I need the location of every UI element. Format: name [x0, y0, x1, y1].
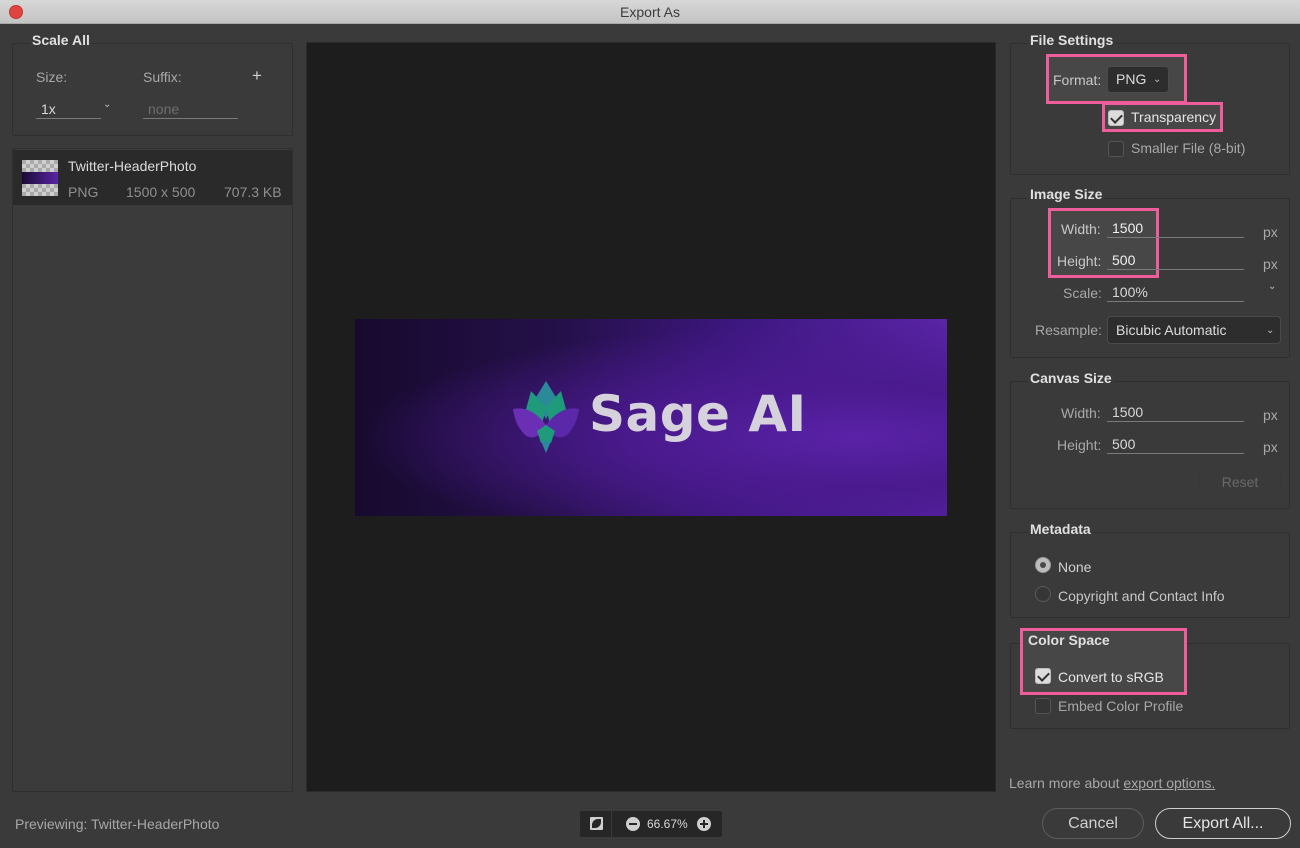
canvas-height-input[interactable]: 500 [1107, 435, 1244, 455]
canvas-width-unit: px [1263, 407, 1278, 423]
suffix-underline [143, 118, 238, 119]
scale-all-group [12, 43, 293, 136]
size-label: Size: [36, 69, 68, 85]
scale-label: Scale: [1063, 285, 1102, 301]
canvas-size-title: Canvas Size [1028, 370, 1114, 386]
image-height-input[interactable]: 500 [1107, 251, 1244, 271]
asset-filesize: 707.3 KB [224, 184, 282, 200]
suffix-label: Suffix: [143, 69, 182, 85]
image-width-input[interactable]: 1500 [1107, 219, 1244, 239]
learn-more-prefix: Learn more about [1009, 775, 1120, 791]
cancel-label: Cancel [1068, 815, 1118, 832]
zoom-out-button[interactable] [626, 817, 640, 831]
file-settings-title: File Settings [1028, 32, 1116, 48]
asset-item[interactable]: Twitter-HeaderPhoto PNG 1500 x 500 707.3… [13, 150, 292, 205]
resample-label: Resample: [1035, 322, 1102, 338]
resample-value: Bicubic Automatic [1116, 322, 1227, 338]
asset-list [12, 148, 293, 792]
transparency-label: Transparency [1131, 109, 1217, 125]
canvas-width-underline [1107, 421, 1244, 422]
banner-text: Sage AI [589, 385, 807, 443]
scale-underline [1107, 301, 1244, 302]
image-height-underline [1107, 269, 1244, 270]
metadata-title: Metadata [1028, 521, 1093, 537]
lotus-logo-icon [513, 381, 579, 453]
image-width-unit: px [1263, 224, 1278, 240]
minus-icon [629, 823, 637, 825]
cancel-button[interactable]: Cancel [1042, 808, 1144, 839]
scale-all-title: Scale All [30, 32, 92, 48]
chevron-down-icon: ⌄ [103, 99, 112, 110]
canvas-height-unit: px [1263, 439, 1278, 455]
learn-more-text: Learn more about export options. [1009, 775, 1215, 791]
previewing-label: Previewing: Twitter-HeaderPhoto [15, 816, 219, 832]
chevron-down-icon: ⌄ [1266, 325, 1275, 336]
metadata-copyright-label: Copyright and Contact Info [1058, 588, 1225, 604]
suffix-placeholder: none [148, 101, 180, 117]
scale-value: 100% [1112, 284, 1148, 300]
add-scale-button[interactable]: + [252, 66, 262, 86]
preview-image: Sage AI [355, 319, 947, 516]
zoom-controls: 66.67% [580, 811, 722, 837]
asset-format: PNG [68, 184, 99, 200]
reset-label: Reset [1221, 474, 1259, 490]
previewing-name: Twitter-HeaderPhoto [91, 816, 220, 832]
color-space-title: Color Space [1028, 632, 1110, 648]
canvas-height-underline [1107, 453, 1244, 454]
size-underline [36, 118, 101, 119]
asset-dimensions: 1500 x 500 [126, 184, 196, 200]
image-width-label: Width: [1061, 221, 1101, 237]
zoom-value: 66.67% [647, 817, 688, 831]
close-window-button[interactable] [9, 5, 23, 19]
image-width-underline [1107, 237, 1244, 238]
smaller-file-checkbox[interactable] [1108, 141, 1124, 157]
suffix-input[interactable]: none [143, 99, 239, 119]
embed-profile-label: Embed Color Profile [1058, 698, 1184, 714]
canvas-width-value: 1500 [1112, 404, 1144, 420]
scale-select[interactable]: 100% ⌄ [1107, 281, 1282, 303]
zoom-in-button[interactable] [697, 817, 711, 831]
smaller-file-label: Smaller File (8-bit) [1131, 140, 1246, 156]
reset-button[interactable]: Reset [1199, 470, 1281, 494]
canvas-width-input[interactable]: 1500 [1107, 403, 1244, 423]
size-value: 1x [41, 101, 56, 117]
canvas-height-label: Height: [1057, 437, 1102, 453]
format-value: PNG [1116, 71, 1147, 87]
export-all-button[interactable]: Export All... [1155, 808, 1291, 839]
metadata-none-label: None [1058, 559, 1092, 575]
transparency-checkbox[interactable] [1108, 110, 1124, 126]
size-select[interactable]: 1x ⌄ [36, 99, 116, 119]
preview-area[interactable]: Sage AI [306, 42, 996, 792]
fit-to-view-button[interactable] [580, 811, 612, 837]
format-label: Format: [1053, 72, 1102, 88]
fit-view-icon [590, 817, 603, 830]
image-width-value: 1500 [1112, 220, 1144, 236]
canvas-height-value: 500 [1112, 436, 1136, 452]
window-title: Export As [620, 4, 680, 20]
image-height-label: Height: [1057, 253, 1102, 269]
convert-srgb-checkbox[interactable] [1035, 668, 1051, 684]
metadata-group [1010, 532, 1290, 618]
previewing-prefix: Previewing: [15, 816, 88, 832]
image-height-value: 500 [1112, 252, 1136, 268]
title-bar: Export As [0, 0, 1300, 24]
format-select[interactable]: PNG ⌄ [1107, 66, 1169, 93]
metadata-copyright-radio[interactable] [1035, 586, 1051, 602]
asset-name: Twitter-HeaderPhoto [68, 158, 197, 174]
embed-profile-checkbox[interactable] [1035, 698, 1051, 714]
convert-srgb-label: Convert to sRGB [1058, 669, 1164, 685]
canvas-width-label: Width: [1061, 405, 1101, 421]
resample-select[interactable]: Bicubic Automatic ⌄ [1107, 316, 1281, 344]
asset-thumbnail [22, 160, 58, 196]
export-all-label: Export All... [1182, 815, 1264, 832]
export-options-link[interactable]: export options. [1123, 775, 1215, 791]
image-size-title: Image Size [1028, 186, 1105, 202]
chevron-down-icon: ⌄ [1268, 281, 1277, 292]
chevron-down-icon: ⌄ [1153, 74, 1162, 85]
metadata-none-radio[interactable] [1035, 557, 1051, 573]
image-height-unit: px [1263, 256, 1278, 272]
